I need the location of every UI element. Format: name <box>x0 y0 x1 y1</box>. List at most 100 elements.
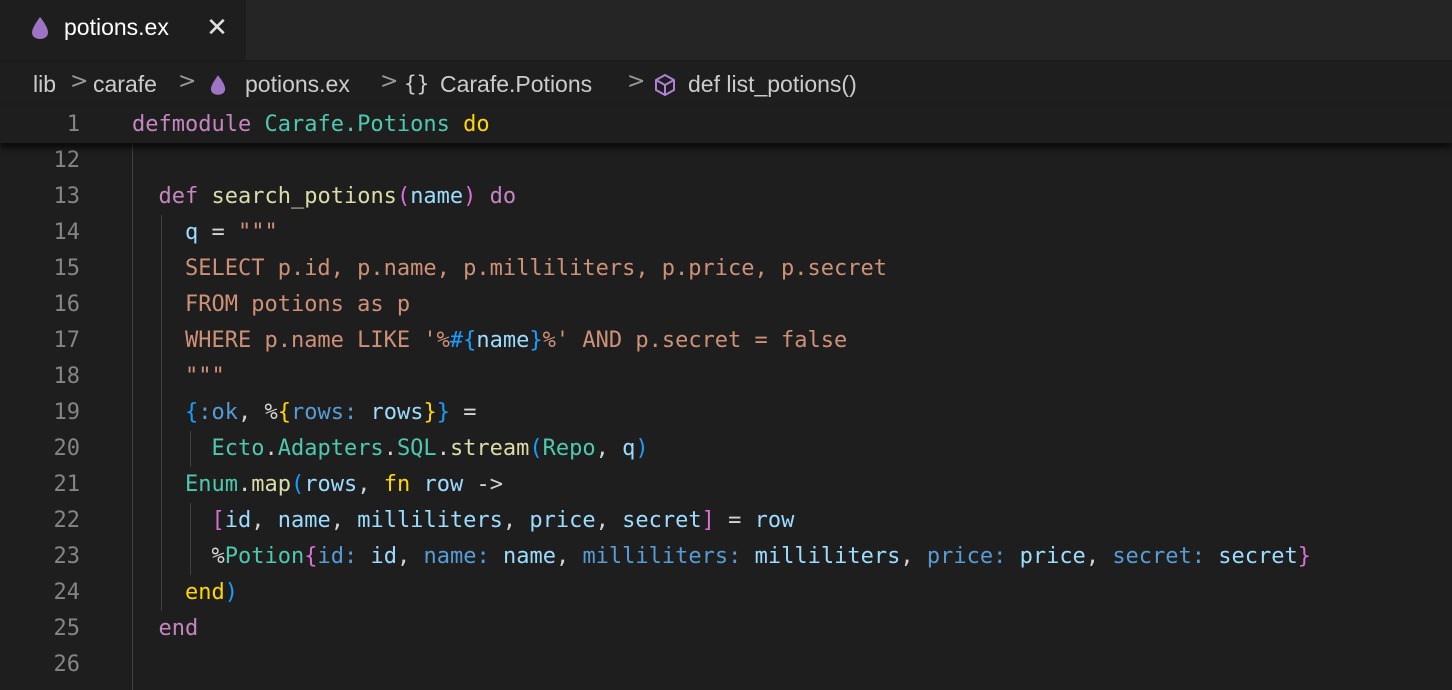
sticky-scroll-header[interactable]: 1 defmodule Carafe.Potions do <box>0 107 1452 143</box>
code-token: do <box>489 184 517 209</box>
code-token: secret <box>1218 544 1298 569</box>
line-number: 24 <box>53 580 81 605</box>
module-braces-icon: {} <box>404 72 430 96</box>
code-token: id <box>370 544 397 569</box>
code-token: FROM potions as p <box>184 292 411 317</box>
code-token: ) <box>463 184 477 209</box>
breadcrumb: lib > carafe > potions.ex > {} Carafe.Po… <box>0 61 1452 107</box>
code-line[interactable]: {:ok, %{rows: rows}} = <box>132 395 476 431</box>
code-token: , <box>1085 544 1113 569</box>
code-token: price <box>1019 544 1086 569</box>
code-token: end <box>158 616 199 641</box>
code-token: milliliters: <box>582 544 742 569</box>
code-token: name: <box>423 544 490 569</box>
code-token: Carafe.Potions <box>264 112 450 137</box>
code-token: fn <box>383 472 411 497</box>
editor-tab-potions[interactable]: potions.ex ✕ <box>0 0 247 60</box>
code-token: row <box>423 472 464 497</box>
code-token: price: <box>926 544 1007 569</box>
line-number: 19 <box>53 400 81 425</box>
line-number: 18 <box>53 364 81 389</box>
code-token: row <box>754 508 795 533</box>
chevron-right-icon: > <box>178 69 197 94</box>
elixir-drop-icon <box>32 17 48 39</box>
code-token: #{ <box>449 328 477 353</box>
code-token: WHERE p.name LIKE '% <box>184 328 450 353</box>
line-number: 23 <box>53 544 81 569</box>
code-token: ) <box>635 436 649 461</box>
code-line[interactable]: def search_potions(name) do <box>132 179 517 215</box>
code-token: { <box>277 400 291 425</box>
line-number: 1 <box>66 112 80 137</box>
line-number: 15 <box>53 256 81 281</box>
code-token: rows <box>370 400 424 425</box>
code-line[interactable]: end) <box>132 575 238 611</box>
code-token: q <box>184 220 199 245</box>
line-number: 25 <box>53 616 81 641</box>
code-token: """ <box>237 220 278 245</box>
code-line[interactable]: end <box>132 611 199 647</box>
code-token: search_potions <box>211 184 397 209</box>
code-token: [ <box>211 508 225 533</box>
line-number: 17 <box>53 328 81 353</box>
code-line[interactable]: [id, name, milliliters, price, secret] =… <box>132 503 794 539</box>
breadcrumb-item-module[interactable]: Carafe.Potions <box>440 71 592 98</box>
code-line[interactable]: WHERE p.name LIKE '%#{name}%' AND p.secr… <box>132 323 847 359</box>
code-line[interactable]: defmodule Carafe.Potions do <box>132 107 490 143</box>
code-line[interactable]: %Potion{id: id, name: name, milliliters:… <box>132 539 1311 575</box>
code-token: name <box>502 544 556 569</box>
code-token: , <box>396 544 424 569</box>
breadcrumb-item-function[interactable]: def list_potions() <box>688 71 857 98</box>
code-token: SELECT p.id, p.name, p.milliliters, p.pr… <box>184 256 887 281</box>
code-token: , <box>251 508 278 533</box>
code-token: ] <box>701 508 715 533</box>
code-line[interactable]: q = """ <box>132 215 278 251</box>
code-line[interactable]: Ecto.Adapters.SQL.stream(Repo, q) <box>132 431 649 467</box>
code-line[interactable]: """ <box>132 359 225 395</box>
code-token: price <box>529 508 596 533</box>
code-token: ) <box>224 580 238 605</box>
line-number: 13 <box>53 184 81 209</box>
code-token: Adapters <box>277 436 384 461</box>
code-token: defmodule <box>132 112 252 137</box>
code-token: = <box>714 508 755 533</box>
code-token: %' AND p.secret = false <box>542 328 848 353</box>
code-token: = <box>449 400 477 425</box>
code-token: } <box>1297 544 1312 569</box>
code-line[interactable]: SELECT p.id, p.name, p.milliliters, p.pr… <box>132 251 887 287</box>
code-line[interactable]: FROM potions as p <box>132 287 410 323</box>
code-token: , <box>595 508 623 533</box>
close-icon[interactable]: ✕ <box>205 15 229 41</box>
code-token: } <box>436 400 450 425</box>
tab-filename: potions.ex <box>64 14 169 40</box>
code-line[interactable]: Enum.map(rows, fn row -> <box>132 467 503 503</box>
breadcrumb-item-file[interactable]: potions.ex <box>245 71 350 98</box>
code-token: rows: <box>290 400 358 425</box>
chevron-right-icon: > <box>380 69 399 94</box>
breadcrumb-item-carafe[interactable]: carafe <box>93 71 157 98</box>
code-token: stream <box>449 436 530 461</box>
code-token: = <box>198 220 238 245</box>
chevron-right-icon: > <box>627 69 646 94</box>
code-token: , <box>502 508 530 533</box>
code-editor[interactable]: 12 13 def search_potions(name) do 14 q = "… <box>0 143 1452 690</box>
line-number: 26 <box>53 652 81 677</box>
code-token: map <box>251 472 291 497</box>
breadcrumb-item-lib[interactable]: lib <box>33 71 56 98</box>
code-token: id: <box>317 544 358 569</box>
